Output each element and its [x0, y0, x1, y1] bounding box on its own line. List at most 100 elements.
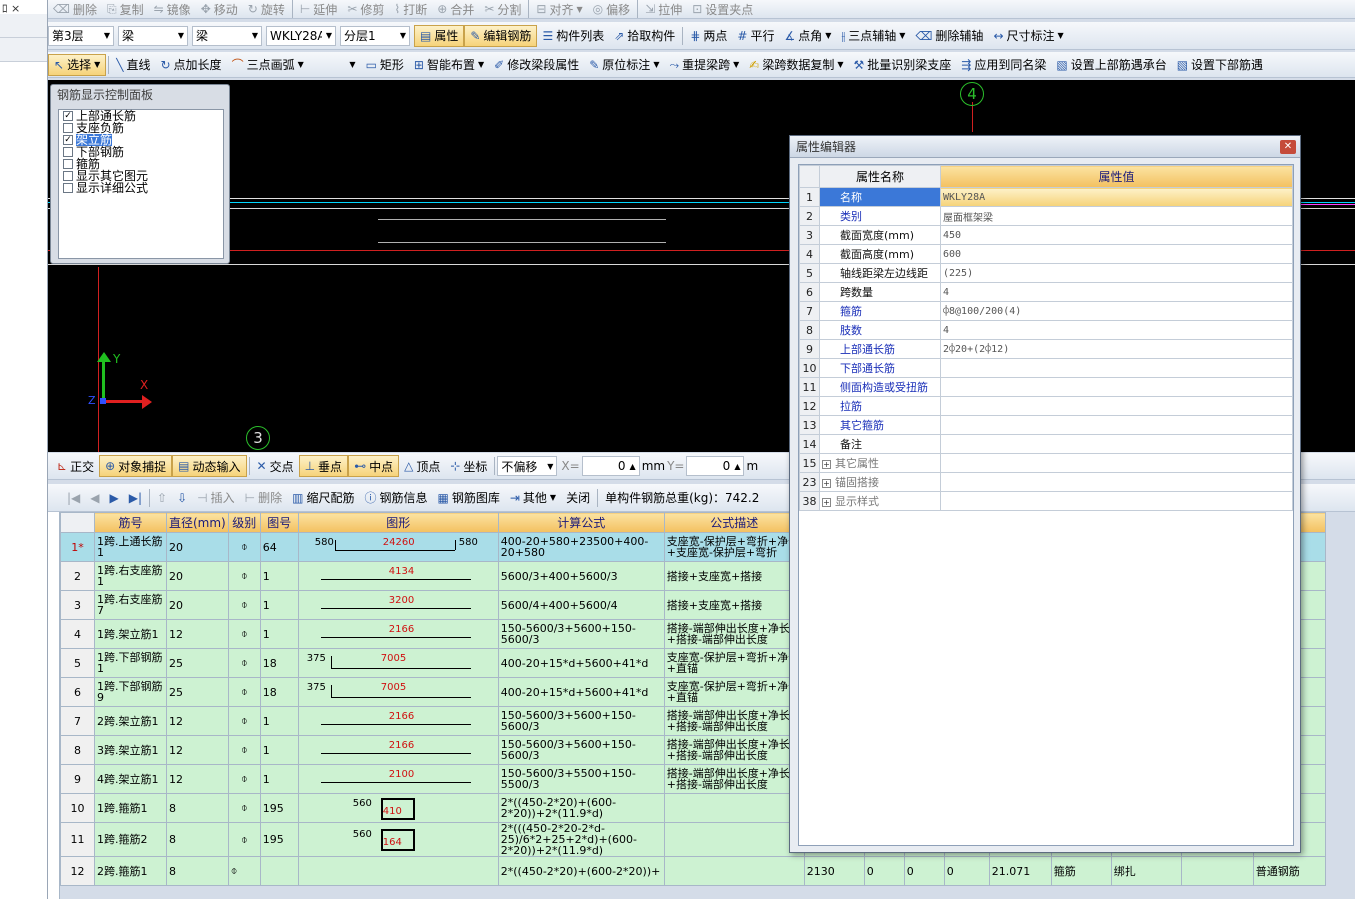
delete-aux-button[interactable]: ⌫ 删除辅轴 [910, 25, 988, 47]
shape-cell[interactable]: 2166 [297, 706, 499, 736]
rebar-name[interactable]: 1跨.箍筋1 [94, 793, 167, 823]
formula[interactable]: 150-5600/3+5600+150-5600/3 [497, 735, 665, 765]
prop-name[interactable]: + 显示样式 [819, 491, 941, 511]
down-icon[interactable]: ⇩ [177, 492, 187, 504]
formula-desc[interactable] [663, 856, 805, 886]
property-row[interactable]: 3 截面宽度(mm) 450 [799, 225, 1293, 245]
figure-no[interactable]: 18 [259, 677, 299, 707]
property-row[interactable]: 23 + 锚固搭接 [799, 472, 1293, 492]
grade[interactable]: ⌽ [227, 532, 261, 562]
expand-icon[interactable]: + [822, 460, 831, 469]
row-number[interactable]: 8 [60, 735, 95, 765]
split-button[interactable]: ✂ 分割 [479, 0, 526, 18]
align-button[interactable]: ⊟ 对齐 ▼ [531, 0, 587, 18]
prop-name[interactable]: 箍筋 [819, 301, 941, 321]
figure-no[interactable]: 195 [259, 822, 299, 857]
grade[interactable]: ⌽ [227, 793, 261, 823]
shape-cell[interactable]: 560 410 [297, 793, 499, 823]
property-row[interactable]: 7 箍筋 ⌽8@100/200(4) [799, 301, 1293, 321]
property-row[interactable]: 38 + 显示样式 [799, 491, 1293, 511]
formula-desc[interactable]: 支座宽-保护层+弯折+净长+直锚 [663, 677, 805, 707]
checkbox-icon[interactable] [63, 123, 73, 133]
data-cell[interactable]: 箍筋 [1050, 856, 1112, 886]
offset-button[interactable]: ◎ 偏移 [588, 0, 636, 18]
figure-no[interactable]: 1 [259, 764, 299, 794]
diameter[interactable]: 12 [166, 706, 229, 736]
offset-select[interactable]: 不偏移 ▼ [497, 456, 558, 476]
modify-span-button[interactable]: ✐ 修改梁段属性 [489, 54, 584, 76]
formula[interactable]: 2*((450-2*20)+(600-2*20))+2*(11.9*d) [497, 793, 665, 823]
row-number[interactable]: 6 [60, 677, 95, 707]
row-number[interactable]: 5 [60, 648, 95, 678]
extend-button[interactable]: ⊢ 延伸 [295, 0, 342, 18]
grade[interactable]: ⌽ [227, 822, 261, 857]
property-row[interactable]: 11 侧面构造或受扭筋 [799, 377, 1293, 397]
break-button[interactable]: ⌇ 打断 [389, 0, 432, 18]
formula-desc[interactable]: 搭接-端部伸出长度+净长+搭接-端部伸出长度 [663, 706, 805, 736]
formula-desc[interactable]: 支座宽-保护层+弯折+净长+直锚 [663, 648, 805, 678]
rebar-name[interactable]: 1跨.箍筋2 [94, 822, 167, 857]
prop-value[interactable]: 屋面框架梁 [940, 206, 1293, 226]
diameter[interactable]: 12 [166, 619, 229, 649]
trim-button[interactable]: ✂ 修剪 [342, 0, 389, 18]
prop-value[interactable]: 4 [940, 320, 1293, 340]
diameter[interactable]: 20 [166, 532, 229, 562]
row-number[interactable]: 10 [60, 793, 95, 823]
rebar-type[interactable]: 普通钢筋 [1252, 856, 1326, 886]
checkbox-icon[interactable] [63, 183, 73, 193]
formula[interactable]: 400-20+15*d+5600+41*d [497, 677, 665, 707]
grade[interactable]: ⌽ [227, 677, 261, 707]
type-select[interactable]: 梁 ▼ [118, 25, 188, 46]
prop-name[interactable]: 跨数量 [819, 282, 941, 302]
checkbox-icon[interactable]: ✓ [63, 135, 73, 145]
prop-name[interactable]: + 锚固搭接 [819, 472, 941, 492]
prop-name[interactable]: 侧面构造或受扭筋 [819, 377, 941, 397]
data-cell[interactable]: 0 [943, 856, 990, 886]
data-cell[interactable] [1180, 856, 1254, 886]
component-select[interactable]: WKLY28A ▼ [266, 25, 336, 46]
prop-name[interactable]: 下部通长筋 [819, 358, 941, 378]
row-number[interactable]: 1* [60, 532, 95, 562]
rebar-name[interactable]: 1跨.架立筋1 [94, 619, 167, 649]
figure-no[interactable]: 1 [259, 561, 299, 591]
formula[interactable]: 5600/4+400+5600/4 [497, 590, 665, 620]
merge-button[interactable]: ⊕ 合并 [432, 0, 479, 18]
rebar-name[interactable]: 1跨.右支座筋7 [94, 590, 167, 620]
parallel-button[interactable]: # 平行 [732, 25, 779, 47]
property-row[interactable]: 2 类别 屋面框架梁 [799, 206, 1293, 226]
figure-no[interactable]: 18 [259, 648, 299, 678]
property-row[interactable]: 1 名称 WKLY28A [799, 187, 1293, 207]
shape-cell[interactable]: 2166 [297, 735, 499, 765]
rebar-name[interactable]: 1跨.下部钢筋1 [94, 648, 167, 678]
move-button[interactable]: ✥ 移动 [196, 0, 243, 18]
prop-value[interactable] [940, 491, 1293, 511]
grade[interactable]: ⌽ [227, 764, 261, 794]
col-header[interactable]: 直径(mm) [166, 512, 229, 533]
row-number[interactable]: 11 [60, 822, 95, 857]
x-input[interactable]: 0 ▲ [581, 456, 640, 476]
shape-cell[interactable]: 2166 [297, 619, 499, 649]
col-header[interactable]: 图号 [259, 512, 299, 533]
property-row[interactable]: 6 跨数量 4 [799, 282, 1293, 302]
figure-no[interactable]: 1 [259, 735, 299, 765]
prop-name[interactable]: 肢数 [819, 320, 941, 340]
diameter[interactable]: 12 [166, 735, 229, 765]
close-button[interactable]: 关闭 [561, 487, 595, 509]
first-icon[interactable]: |◀ [67, 492, 80, 504]
layer-select[interactable]: 分层1 ▼ [340, 25, 410, 46]
grade[interactable]: ⌽ [227, 619, 261, 649]
last-icon[interactable]: ▶| [129, 492, 142, 504]
prop-value[interactable] [940, 377, 1293, 397]
line-button[interactable]: ╲ 直线 [111, 54, 155, 76]
ortho-button[interactable]: ⊾ 正交 [52, 455, 99, 477]
grade[interactable]: ⌽ [227, 735, 261, 765]
figure-no[interactable]: 1 [259, 590, 299, 620]
table-row[interactable]: 12 2跨.箍筋1 8 ⌽ 2*((450-2*20)+(600-2*20))+ 2130… [60, 856, 1326, 886]
formula[interactable]: 400-20+15*d+5600+41*d [497, 648, 665, 678]
select-button[interactable]: ↖ 选择 ▼ [48, 53, 107, 76]
figure-no[interactable]: 1 [259, 706, 299, 736]
property-row[interactable]: 5 轴线距梁左边线距 (225) [799, 263, 1293, 283]
prop-name[interactable]: 拉筋 [819, 396, 941, 416]
shape-cell[interactable]: 2100 [297, 764, 499, 794]
next-icon[interactable]: ▶ [110, 492, 119, 504]
